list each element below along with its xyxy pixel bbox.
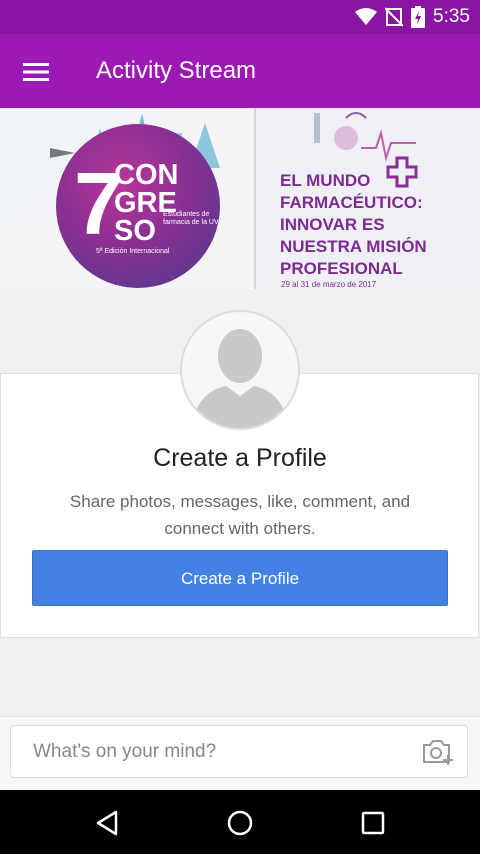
menu-button[interactable] <box>14 50 58 94</box>
headline-line-4: NUESTRA MISIÓN <box>280 237 427 256</box>
status-time: 5:35 <box>433 6 470 27</box>
event-banner[interactable]: 7 CON GRE SO Estudiantes de farmacia de … <box>0 108 480 289</box>
avatar-placeholder[interactable] <box>180 310 300 430</box>
camera-add-icon[interactable] <box>421 738 453 766</box>
status-composer[interactable]: What's on your mind? <box>10 725 468 778</box>
create-profile-button[interactable]: Create a Profile <box>32 550 448 606</box>
app-bar: Activity Stream <box>0 34 480 108</box>
congress-word-1: CON <box>114 159 179 191</box>
congress-edition: 5ª Edición Internacional <box>96 248 170 255</box>
pharmacy-cross-icon <box>386 156 418 188</box>
congress-word-3: SO <box>114 215 156 247</box>
headline-line-2: FARMACÉUTICO: <box>280 193 423 212</box>
create-profile-title: Create a Profile <box>153 444 327 472</box>
page-title: Activity Stream <box>96 57 257 84</box>
status-icons: 5:35 <box>355 5 470 29</box>
no-sim-icon <box>385 7 404 27</box>
person-silhouette-icon <box>192 329 288 428</box>
status-bar: 5:35 <box>0 0 480 34</box>
banner-left-panel: 7 CON GRE SO Estudiantes de farmacia de … <box>0 108 254 289</box>
recents-icon[interactable] <box>358 808 388 838</box>
headline-line-3: INNOVAR ES <box>280 215 385 234</box>
headline-line-5: PROFESIONAL <box>280 259 403 278</box>
headline-line-1: EL MUNDO <box>280 171 371 190</box>
home-icon[interactable] <box>225 808 255 838</box>
event-dates: 29 al 31 de marzo de 2017 <box>281 280 377 289</box>
battery-charging-icon <box>411 6 426 28</box>
composer-placeholder[interactable]: What's on your mind? <box>33 726 216 778</box>
back-icon[interactable] <box>92 808 122 838</box>
congress-subtitle: Estudiantes de farmacia de la UV <box>163 211 219 226</box>
create-profile-description: Share photos, messages, like, comment, a… <box>69 492 411 538</box>
wifi-icon <box>355 8 378 25</box>
android-nav-bar <box>0 790 480 854</box>
lab-illustration <box>314 112 416 162</box>
menu-icon <box>23 63 49 81</box>
